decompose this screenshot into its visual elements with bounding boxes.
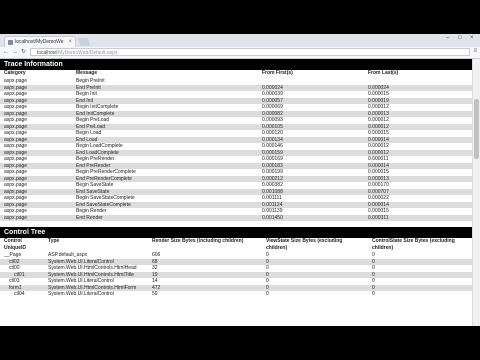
control-tree-rows: __Page ASP.default_aspx 606 0 0 ctl02 System.W… xyxy=(0,252,472,298)
browser-tab[interactable]: localhost/MyDemoWe × xyxy=(4,36,76,47)
column-header: Render Size Bytes (including children) xyxy=(152,238,244,244)
reload-icon[interactable]: ↻ xyxy=(21,48,26,57)
column-header: Message xyxy=(76,70,98,76)
column-header: Type xyxy=(48,238,60,244)
page-icon xyxy=(8,40,13,45)
window-close-icon[interactable]: × xyxy=(470,35,474,41)
control-tree-header-row: Control UniqueID Type Render Size Bytes … xyxy=(0,238,472,252)
minimize-icon[interactable]: – xyxy=(446,35,449,41)
trace-table: Category Message From First(s) From Last… xyxy=(0,70,472,221)
bottom-letterbox xyxy=(0,326,480,360)
column-header: From First(s) xyxy=(262,70,293,76)
vertical-scrollbar[interactable] xyxy=(472,59,480,326)
table-cell: 0 xyxy=(266,291,269,297)
table-cell: System.Web.UI.LiteralControl xyxy=(48,291,114,297)
video-frame: localhost/MyDemoWe × – □ × ← → ↻ localho… xyxy=(0,0,480,360)
table-cell: 59 xyxy=(152,291,158,297)
trace-rows: aspx.page Begin PreInit aspx.page End PreIn… xyxy=(0,78,472,221)
url-path: /MyDemoWeb/Default.aspx xyxy=(56,50,118,56)
table-cell: System.Web.UI.HtmlControls.HtmlHead xyxy=(48,265,137,271)
column-header: ViewState Size Bytes (excluding children… xyxy=(266,238,343,251)
table-cell: 0 xyxy=(372,291,375,297)
close-icon[interactable]: × xyxy=(68,37,72,47)
trace-information-header: Trace Information xyxy=(0,59,472,70)
url-host: localhost xyxy=(37,50,57,56)
tab-title: localhost/MyDemoWe xyxy=(15,39,64,45)
forward-icon[interactable]: → xyxy=(12,48,18,57)
new-tab-button[interactable] xyxy=(77,38,91,46)
table-cell: ctl04 xyxy=(14,291,25,297)
trace-header-row: Category Message From First(s) From Last… xyxy=(0,70,472,78)
menu-icon[interactable]: ≡ xyxy=(473,48,477,54)
maximize-icon[interactable]: □ xyxy=(458,35,462,41)
table-row: ctl04 System.Web.UI.LiteralControl 59 0 0 xyxy=(0,291,472,298)
scrollbar-thumb[interactable] xyxy=(474,99,479,159)
address-bar-row: ← → ↻ localhost/MyDemoWeb/Default.aspx ≡ xyxy=(0,47,480,59)
browser-window: localhost/MyDemoWe × – □ × ← → ↻ localho… xyxy=(0,34,480,326)
control-tree-table: Control UniqueID Type Render Size Bytes … xyxy=(0,238,472,298)
back-icon[interactable]: ← xyxy=(3,48,9,57)
column-header: Category xyxy=(4,70,26,76)
page-content: Trace Information Category Message From … xyxy=(0,59,472,326)
column-header: ControlState Size Bytes (excluding child… xyxy=(372,238,455,251)
control-tree-header: Control Tree xyxy=(0,227,472,238)
column-header: Control UniqueID xyxy=(4,238,26,251)
address-input[interactable]: localhost/MyDemoWeb/Default.aspx xyxy=(30,48,470,56)
column-header: From Last(s) xyxy=(368,70,399,76)
tab-bar: localhost/MyDemoWe × – □ × xyxy=(0,34,480,47)
